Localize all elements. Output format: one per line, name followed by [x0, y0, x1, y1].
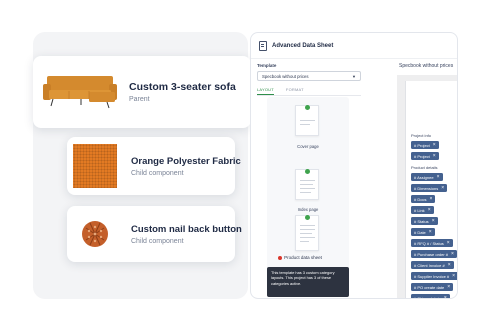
chip-label: # Purchase order # [414, 251, 449, 257]
product-title: Custom nail back button [131, 223, 242, 235]
page-list[interactable]: Cover page Index page [267, 97, 349, 270]
field-chip[interactable]: # PO create date × [411, 283, 454, 291]
product-card-child-button[interactable]: Custom nail back button Child component [67, 206, 242, 262]
sofa-image [33, 56, 121, 128]
preview-title: Specbook without prices [399, 63, 454, 69]
chip-label: # Assignee [414, 174, 434, 180]
product-title: Orange Polyester Fabric [131, 155, 241, 167]
product-role: Child component [131, 169, 184, 177]
template-select[interactable]: Specbook without prices ▼ [257, 71, 361, 81]
template-tooltip: This template has 3 custom category layo… [267, 267, 349, 297]
preview-canvas[interactable]: Project info # Project × # Project × Produ… [397, 75, 457, 299]
close-icon[interactable]: × [441, 185, 444, 191]
close-icon[interactable]: × [437, 174, 440, 180]
close-icon[interactable]: × [447, 284, 450, 290]
page-caption: Product data sheet [284, 255, 322, 260]
product-role: Child component [131, 237, 184, 245]
close-icon[interactable]: × [432, 218, 435, 224]
close-icon[interactable]: × [447, 240, 450, 246]
close-icon[interactable]: × [452, 273, 455, 279]
document-icon [259, 40, 267, 51]
product-role: Parent [129, 96, 150, 103]
template-select-value: Specbook without prices [262, 73, 309, 79]
chip-label: # Dimensions [414, 185, 439, 191]
product-details-label: Product details [411, 165, 438, 170]
panel-header: Advanced Data Sheet [251, 33, 457, 59]
field-chip[interactable]: # Dimensions × [411, 184, 448, 192]
field-chip[interactable]: # Project × [411, 152, 439, 160]
page-thumbnail-product-data-sheet[interactable] [295, 215, 319, 251]
close-icon[interactable]: × [433, 142, 436, 148]
close-icon[interactable]: × [428, 207, 431, 213]
chip-label: # Status [414, 218, 429, 224]
product-data-sheet-row[interactable]: Product data sheet [251, 255, 349, 260]
page-caption: Cover page [297, 144, 319, 149]
field-chip[interactable]: # Status × [411, 217, 438, 225]
page-caption: Index page [297, 207, 319, 212]
chip-label: # PO create date [414, 284, 445, 290]
field-chip[interactable]: # Supplier Invoice # × [411, 272, 457, 280]
chip-label: # Client Invoice # [414, 262, 445, 268]
close-icon[interactable]: × [444, 295, 447, 298]
chip-label: # RFQ # / Status [414, 240, 444, 246]
panel-title: Advanced Data Sheet [272, 42, 334, 49]
status-dot-icon [278, 255, 283, 260]
project-info-label: Project info [411, 133, 432, 138]
preview-page: Project info # Project × # Project × Produ… [405, 81, 457, 299]
page-thumbnail-cover[interactable] [295, 105, 319, 136]
tab-format[interactable]: FORMAT [286, 87, 304, 95]
field-chip[interactable]: # RFQ # / Status × [411, 239, 453, 247]
tab-layout[interactable]: LAYOUT [257, 87, 274, 95]
chip-label: # Project [414, 142, 430, 148]
field-chip[interactable]: # Date × [411, 228, 435, 236]
field-chip[interactable]: # Assignee × [411, 173, 443, 181]
field-chip[interactable]: # Link × [411, 206, 434, 214]
sidebar-tabs: LAYOUT FORMAT [257, 87, 361, 96]
field-chip[interactable]: # Shipped date × [411, 294, 450, 299]
product-card-child-fabric[interactable]: Orange Polyester Fabric Child component [67, 137, 241, 195]
data-sheet-panel: Advanced Data Sheet Template Specbook wi… [250, 32, 458, 299]
chip-label: # Date [414, 229, 426, 235]
button-cushion-image [67, 206, 123, 262]
chevron-down-icon: ▼ [352, 73, 356, 79]
chip-label: # Link [414, 207, 425, 213]
close-icon[interactable]: × [429, 229, 432, 235]
chip-label: # Supplier Invoice # [414, 273, 450, 279]
product-card-parent[interactable]: Custom 3-seater sofa Parent [33, 56, 251, 128]
field-chip[interactable]: # Purchase order # × [411, 250, 457, 258]
close-icon[interactable]: × [433, 153, 436, 159]
chip-label: # Shipped date [414, 295, 441, 299]
field-chip[interactable]: # Client Invoice # × [411, 261, 454, 269]
close-icon[interactable]: × [448, 262, 451, 268]
product-title: Custom 3-seater sofa [129, 81, 236, 93]
page-thumbnail-index[interactable] [295, 169, 319, 200]
close-icon[interactable]: × [429, 196, 432, 202]
close-icon[interactable]: × [451, 251, 454, 257]
chip-label: # Docs [414, 196, 427, 202]
fabric-swatch-image [67, 137, 123, 195]
template-label: Template [257, 63, 277, 68]
chip-label: # Project [414, 153, 430, 159]
field-chip[interactable]: # Docs × [411, 195, 436, 203]
field-chip[interactable]: # Project × [411, 141, 439, 149]
